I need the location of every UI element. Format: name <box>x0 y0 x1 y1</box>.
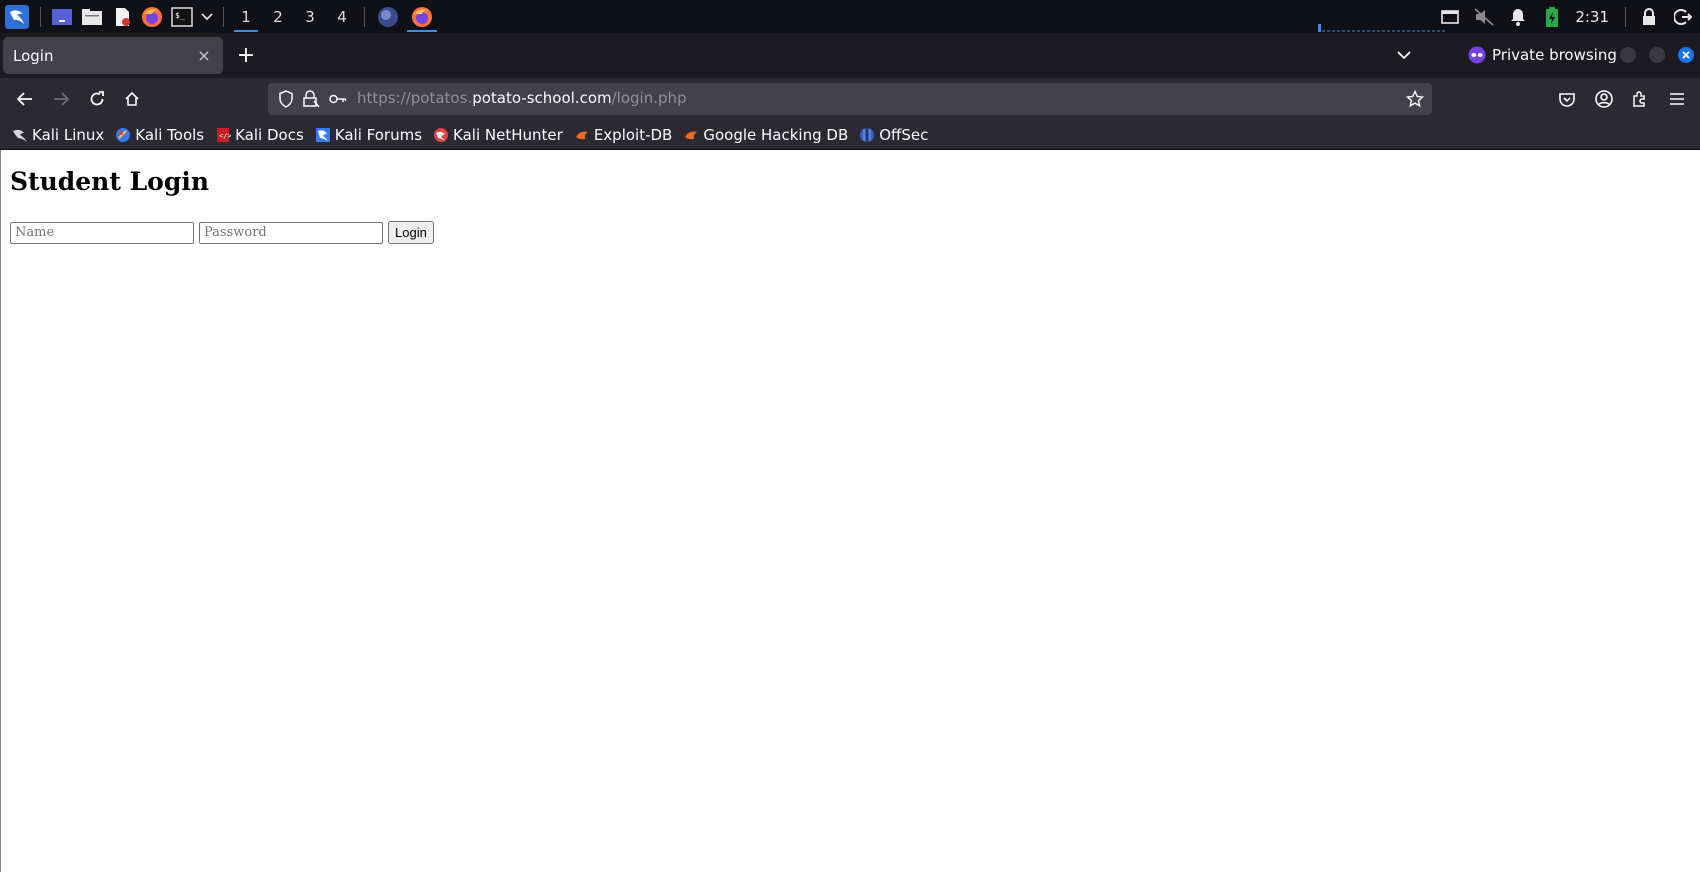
chevron-down-icon[interactable] <box>197 0 217 33</box>
text-editor-icon[interactable] <box>107 0 137 33</box>
ghdb-icon <box>683 127 699 143</box>
pocket-icon <box>1559 92 1575 107</box>
shield-icon[interactable] <box>277 90 295 108</box>
workspace-2[interactable]: 2 <box>262 0 294 33</box>
home-button[interactable] <box>119 86 145 112</box>
logout-icon[interactable] <box>1666 0 1700 33</box>
taskbar-separator <box>364 6 365 27</box>
url-text[interactable]: https://potatos.potato-school.com/login.… <box>357 89 687 107</box>
navigation-toolbar: https://potatos.potato-school.com/login.… <box>0 78 1700 120</box>
bookmark-label: Kali Linux <box>32 125 105 144</box>
bookmark-label: Kali Forums <box>334 125 423 144</box>
bookmark-label: OffSec <box>879 125 929 144</box>
bookmark-label: Exploit-DB <box>593 125 673 144</box>
private-browsing-indicator: Private browsing <box>1468 44 1617 66</box>
window-close-button[interactable] <box>1678 47 1694 63</box>
bookmark-label: Kali NetHunter <box>453 125 563 144</box>
workspace-3[interactable]: 3 <box>294 0 326 33</box>
login-button[interactable]: Login <box>388 221 434 244</box>
volume-muted-icon[interactable] <box>1467 0 1501 33</box>
bookmarks-toolbar: Kali Linux Kali Tools </> Kali Docs Kali… <box>0 120 1700 150</box>
taskbar-separator <box>40 6 41 27</box>
terminal-icon[interactable]: $_ <box>167 0 197 33</box>
tab-login[interactable]: Login × <box>3 37 223 74</box>
forward-button[interactable] <box>48 86 74 112</box>
nethunter-icon <box>433 127 449 143</box>
bookmark-kali-tools[interactable]: Kali Tools <box>115 123 204 147</box>
network-graph-icon <box>1318 24 1446 32</box>
bookmark-google-hacking-db[interactable]: Google Hacking DB <box>683 123 848 147</box>
clock[interactable]: 2:31 <box>1569 8 1619 26</box>
kali-tools-icon <box>115 127 131 143</box>
show-desktop-icon[interactable] <box>47 0 77 33</box>
bookmark-label: Google Hacking DB <box>703 125 849 144</box>
bookmark-label: Kali Tools <box>135 125 205 144</box>
task-firefox-icon[interactable] <box>405 0 439 33</box>
lock-icon[interactable] <box>1632 0 1666 33</box>
private-browsing-label: Private browsing <box>1492 46 1617 64</box>
workspace-4[interactable]: 4 <box>326 0 358 33</box>
tab-title: Login <box>13 46 54 65</box>
lock-warning-icon[interactable] <box>302 90 320 108</box>
login-form: Login <box>10 221 434 244</box>
bookmark-exploit-db[interactable]: Exploit-DB <box>574 123 673 147</box>
page-content: Student Login Login <box>0 150 1700 872</box>
url-host: potato-school.com <box>472 89 612 107</box>
maximize-button[interactable] <box>1649 47 1665 63</box>
page-title: Student Login <box>10 167 209 196</box>
tab-close-icon[interactable]: × <box>195 46 213 65</box>
kali-dragon-icon <box>12 127 28 143</box>
url-path: /login.php <box>611 89 687 107</box>
svg-text:$_: $_ <box>175 11 185 20</box>
bookmark-kali-forums[interactable]: Kali Forums <box>315 123 422 147</box>
browser-tab-strip: Login × + Private browsing <box>0 33 1700 78</box>
kali-menu-icon[interactable] <box>0 0 34 33</box>
menu-button[interactable] <box>1664 86 1690 112</box>
extensions-button[interactable] <box>1627 86 1653 112</box>
kali-docs-icon: </> <box>215 127 231 143</box>
back-button[interactable] <box>12 86 38 112</box>
hamburger-menu-icon <box>1670 93 1684 105</box>
arrow-left-icon <box>17 92 32 106</box>
kali-forums-icon <box>315 127 331 143</box>
new-tab-button[interactable]: + <box>234 43 258 68</box>
name-input[interactable] <box>10 221 194 244</box>
bookmark-star-icon[interactable] <box>1406 90 1424 108</box>
battery-charging-icon <box>1535 0 1569 33</box>
bookmark-kali-linux[interactable]: Kali Linux <box>12 123 104 147</box>
bookmark-kali-nethunter[interactable]: Kali NetHunter <box>433 123 563 147</box>
taskbar-separator <box>1625 6 1626 27</box>
file-manager-icon[interactable] <box>77 0 107 33</box>
bookmark-offsec[interactable]: OffSec <box>859 123 928 147</box>
display-icon[interactable] <box>1433 0 1467 33</box>
private-mask-icon <box>1468 46 1486 64</box>
bookmark-label: Kali Docs <box>235 125 304 144</box>
reload-icon <box>90 91 104 106</box>
account-button[interactable] <box>1591 86 1617 112</box>
account-icon <box>1595 90 1613 108</box>
close-icon <box>1682 51 1690 59</box>
home-icon <box>125 91 139 106</box>
address-bar[interactable]: https://potatos.potato-school.com/login.… <box>268 83 1432 115</box>
exploit-db-icon <box>574 127 590 143</box>
task-globe-icon[interactable] <box>371 0 405 33</box>
url-prefix: https://potatos. <box>357 89 473 107</box>
key-icon[interactable] <box>329 90 347 108</box>
list-all-tabs-icon[interactable] <box>1392 43 1416 67</box>
puzzle-icon <box>1633 91 1645 107</box>
arrow-right-icon <box>54 92 69 106</box>
minimize-button[interactable] <box>1620 47 1636 63</box>
system-taskbar: $_ 1 2 3 4 2:31 <box>0 0 1700 33</box>
offsec-icon <box>859 127 875 143</box>
pocket-button[interactable] <box>1554 86 1580 112</box>
taskbar-separator <box>223 6 224 27</box>
password-input[interactable] <box>199 221 383 244</box>
notifications-bell-icon[interactable] <box>1501 0 1535 33</box>
bookmark-kali-docs[interactable]: </> Kali Docs <box>215 123 304 147</box>
firefox-launcher-icon[interactable] <box>137 0 167 33</box>
workspace-1[interactable]: 1 <box>230 0 262 33</box>
reload-button[interactable] <box>84 86 110 112</box>
svg-text:</>: </> <box>219 132 231 140</box>
